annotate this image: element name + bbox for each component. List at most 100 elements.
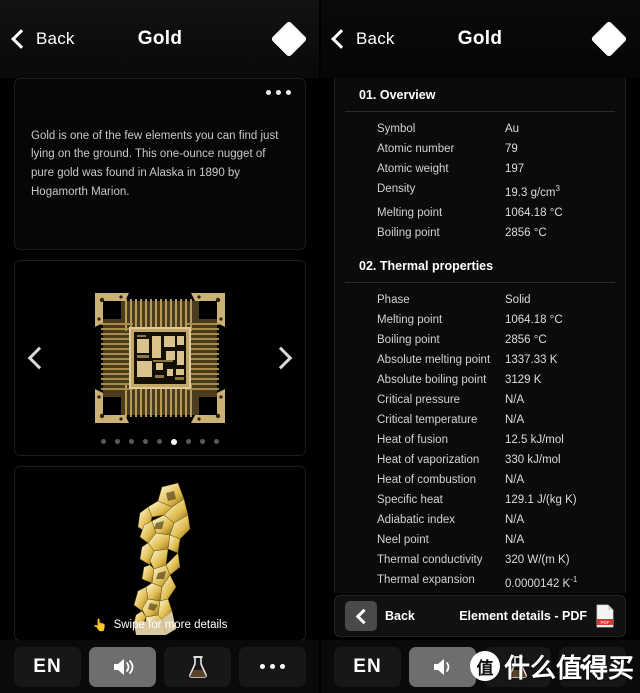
property-row: Heat of combustion N/A (335, 470, 625, 490)
svg-text:PDF: PDF (601, 620, 610, 625)
speaker-icon (433, 658, 449, 675)
property-row: Density 19.3 g/cm3 (335, 179, 625, 203)
property-value: 79 (505, 143, 518, 155)
property-key: Neel point (377, 533, 429, 546)
specimen-photo-card[interactable]: 👆 Swipe for more details (14, 466, 306, 641)
property-row: Critical pressure N/A (335, 390, 625, 410)
ellipsis-icon (260, 664, 285, 669)
property-row: Neel point N/A (335, 530, 625, 550)
property-row: Boiling point 2856 °C (335, 330, 625, 350)
pdf-title: Element details - PDF (459, 609, 587, 623)
property-key: Critical pressure (377, 393, 461, 406)
property-key: Boiling point (377, 333, 440, 346)
property-key: Adiabatic index (377, 513, 455, 526)
section-title: 02. Thermal properties (345, 249, 615, 283)
property-row: Boiling point 2856 °C (335, 223, 625, 243)
property-row: Symbol Au (335, 119, 625, 139)
property-key: Thermal expansion (377, 573, 475, 586)
diamond-icon[interactable] (590, 20, 628, 58)
property-row: Heat of fusion 12.5 kJ/mol (335, 430, 625, 450)
language-button[interactable]: EN (14, 646, 81, 687)
property-value: 2856 °C (505, 333, 547, 346)
back-button-label: Back (356, 29, 395, 48)
details-sheet: 01. Overview Symbol Au Atomic number 79 Atomi… (334, 78, 626, 593)
carousel-dots[interactable] (15, 439, 305, 445)
pdf-title-group[interactable]: Element details - PDF PDF (459, 604, 615, 628)
property-key: Melting point (377, 313, 443, 326)
gold-microchip-graphic (85, 283, 235, 433)
flask-button[interactable] (484, 646, 551, 687)
flask-icon (188, 655, 207, 678)
gold-crystal-graphic (133, 483, 191, 636)
property-row: Specific heat 129.1 J/(kg K) (335, 490, 625, 510)
ellipsis-icon[interactable] (266, 90, 291, 95)
property-row: Phase Solid (335, 290, 625, 310)
property-value: Solid (505, 293, 531, 306)
left-card-stack: Gold is one of the few elements you can … (0, 78, 320, 641)
back-button[interactable]: Back (320, 29, 395, 49)
panel-divider (319, 0, 321, 693)
property-value: N/A (505, 413, 525, 426)
chevron-left-icon (331, 29, 351, 49)
property-row: Melting point 1064.18 °C (335, 203, 625, 223)
swipe-hint-label: Swipe for more details (113, 619, 228, 631)
carousel-image (15, 261, 305, 455)
property-value: 2856 °C (505, 226, 547, 239)
property-key: Phase (377, 293, 410, 306)
property-key: Atomic weight (377, 163, 449, 175)
property-key: Absolute boiling point (377, 373, 487, 386)
right-navbar: Back Gold (320, 0, 640, 78)
property-value: 129.1 J/(kg K) (505, 493, 577, 506)
property-row: Critical temperature N/A (335, 410, 625, 430)
property-row: Thermal conductivity 320 W/(m K) (335, 550, 625, 570)
speaker-icon (113, 658, 133, 675)
more-button[interactable] (239, 646, 306, 687)
pdf-back-button[interactable]: Back (345, 601, 415, 631)
property-row: Thermal expansion 0.0000142 K-1 (335, 570, 625, 593)
left-navbar: Back Gold (0, 0, 320, 78)
property-row: Heat of vaporization 330 kJ/mol (335, 450, 625, 470)
ellipsis-icon (580, 664, 605, 669)
pdf-back-label: Back (385, 609, 415, 623)
left-screen: Back Gold Gold is one of the few element… (0, 0, 320, 693)
section-title: 01. Overview (345, 78, 615, 112)
right-toolbar: EN (320, 640, 640, 693)
flask-button[interactable] (164, 646, 231, 687)
property-rows: Phase Solid Melting point 1064.18 °C Boiling… (335, 283, 625, 593)
left-toolbar: EN (0, 640, 320, 693)
property-row: Atomic number 79 (335, 139, 625, 159)
property-value: N/A (505, 513, 525, 526)
more-button[interactable] (559, 646, 626, 687)
image-carousel[interactable] (14, 260, 306, 456)
property-value: N/A (505, 473, 525, 486)
property-value: 0.0000142 K-1 (505, 570, 577, 593)
property-value-exponent: 3 (555, 184, 560, 193)
diamond-icon[interactable] (270, 20, 308, 58)
property-row: Absolute melting point 1337.33 K (335, 350, 625, 370)
property-row: Adiabatic index N/A (335, 510, 625, 530)
back-button[interactable]: Back (0, 29, 75, 49)
property-key: Absolute melting point (377, 353, 491, 366)
property-key: Specific heat (377, 493, 443, 506)
element-details-list[interactable]: 01. Overview Symbol Au Atomic number 79 Atomi… (320, 78, 640, 593)
property-value: 1064.18 °C (505, 206, 563, 219)
right-screen: Back Gold 01. Overview Symbol Au Atomic num… (320, 0, 640, 693)
property-rows: Symbol Au Atomic number 79 Atomic weight 197 D… (335, 112, 625, 247)
hand-pointer-icon: 👆 (92, 618, 108, 632)
property-value: 12.5 kJ/mol (505, 433, 564, 446)
property-key: Heat of fusion (377, 433, 448, 446)
property-section: 01. Overview Symbol Au Atomic number 79 Atomi… (335, 78, 625, 247)
property-row: Atomic weight 197 (335, 159, 625, 179)
flask-icon (508, 655, 527, 678)
description-text: Gold is one of the few elements you can … (31, 129, 279, 198)
property-value: 197 (505, 163, 525, 175)
property-key: Heat of combustion (377, 473, 477, 486)
property-value: N/A (505, 393, 525, 406)
property-key: Symbol (377, 123, 416, 135)
language-button[interactable]: EN (334, 646, 401, 687)
audio-button[interactable] (409, 646, 476, 687)
property-value: 320 W/(m K) (505, 553, 570, 566)
audio-button[interactable] (89, 646, 156, 687)
property-value: 1064.18 °C (505, 313, 563, 326)
pdf-bar: Back Element details - PDF PDF (334, 595, 626, 637)
